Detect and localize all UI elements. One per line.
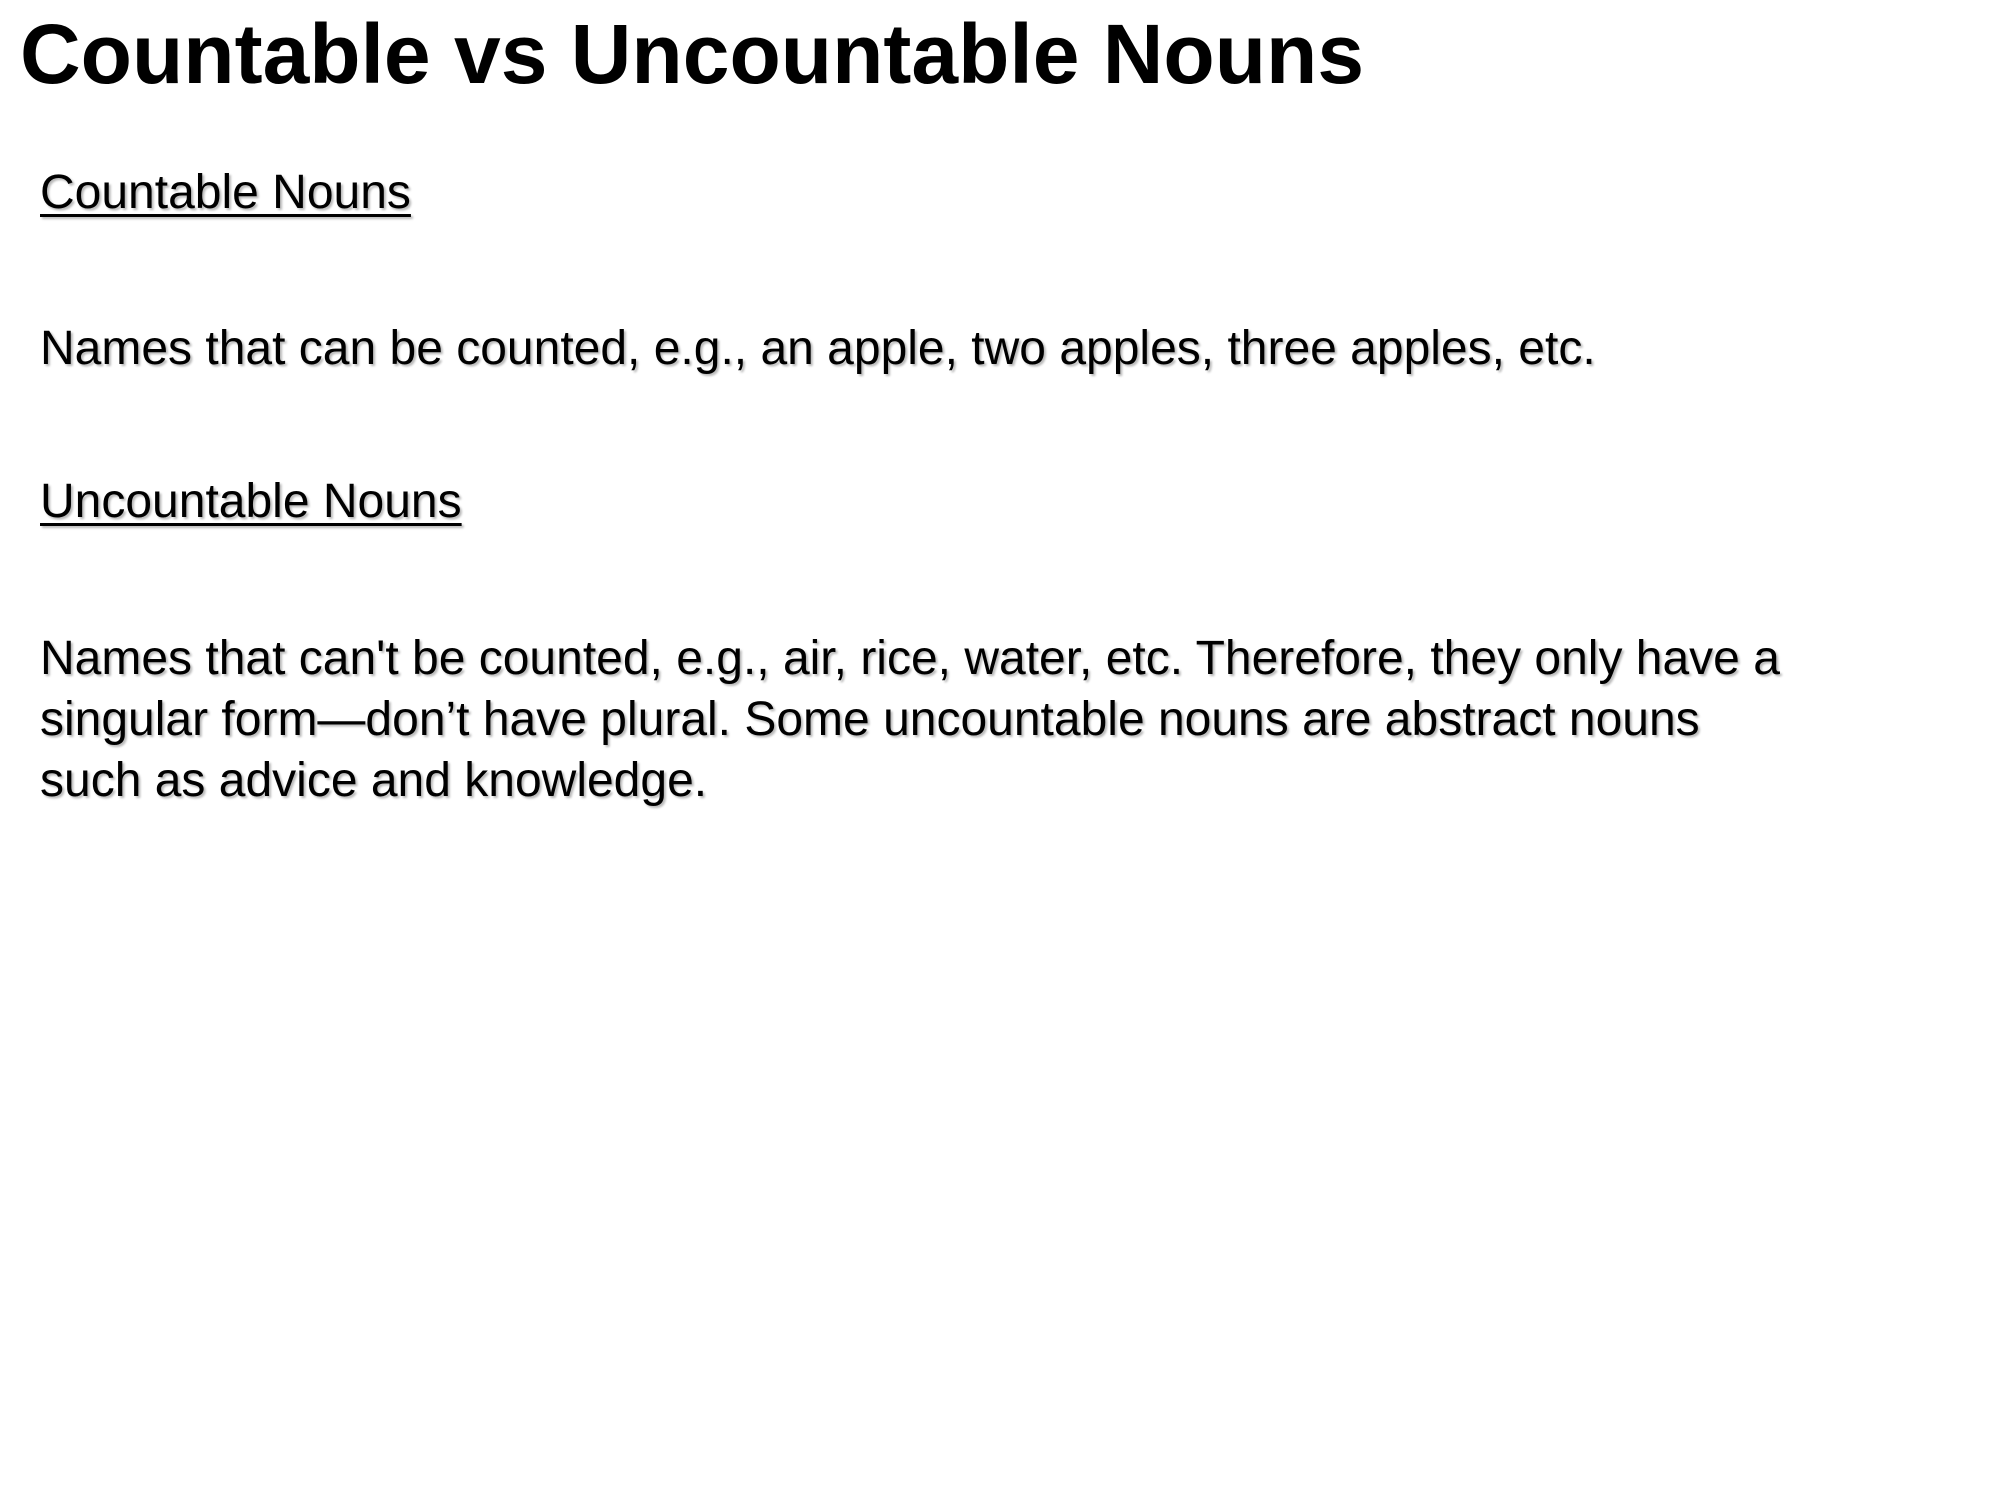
countable-nouns-definition: Names that can be counted, e.g., an appl…	[40, 322, 1596, 375]
slide: Countable vs Uncountable Nouns Countable…	[0, 0, 2000, 1500]
countable-nouns-heading: Countable Nouns	[40, 166, 411, 219]
definition-line: such as advice and knowledge.	[40, 754, 708, 807]
definition-line: singular form—don’t have plural. Some un…	[40, 693, 1700, 746]
slide-title: Countable vs Uncountable Nouns	[20, 7, 1365, 101]
uncountable-nouns-definition: Names that can't be counted, e.g., air, …	[40, 628, 1940, 811]
uncountable-nouns-heading: Uncountable Nouns	[40, 475, 462, 528]
definition-line: Names that can't be counted, e.g., air, …	[40, 632, 1780, 685]
